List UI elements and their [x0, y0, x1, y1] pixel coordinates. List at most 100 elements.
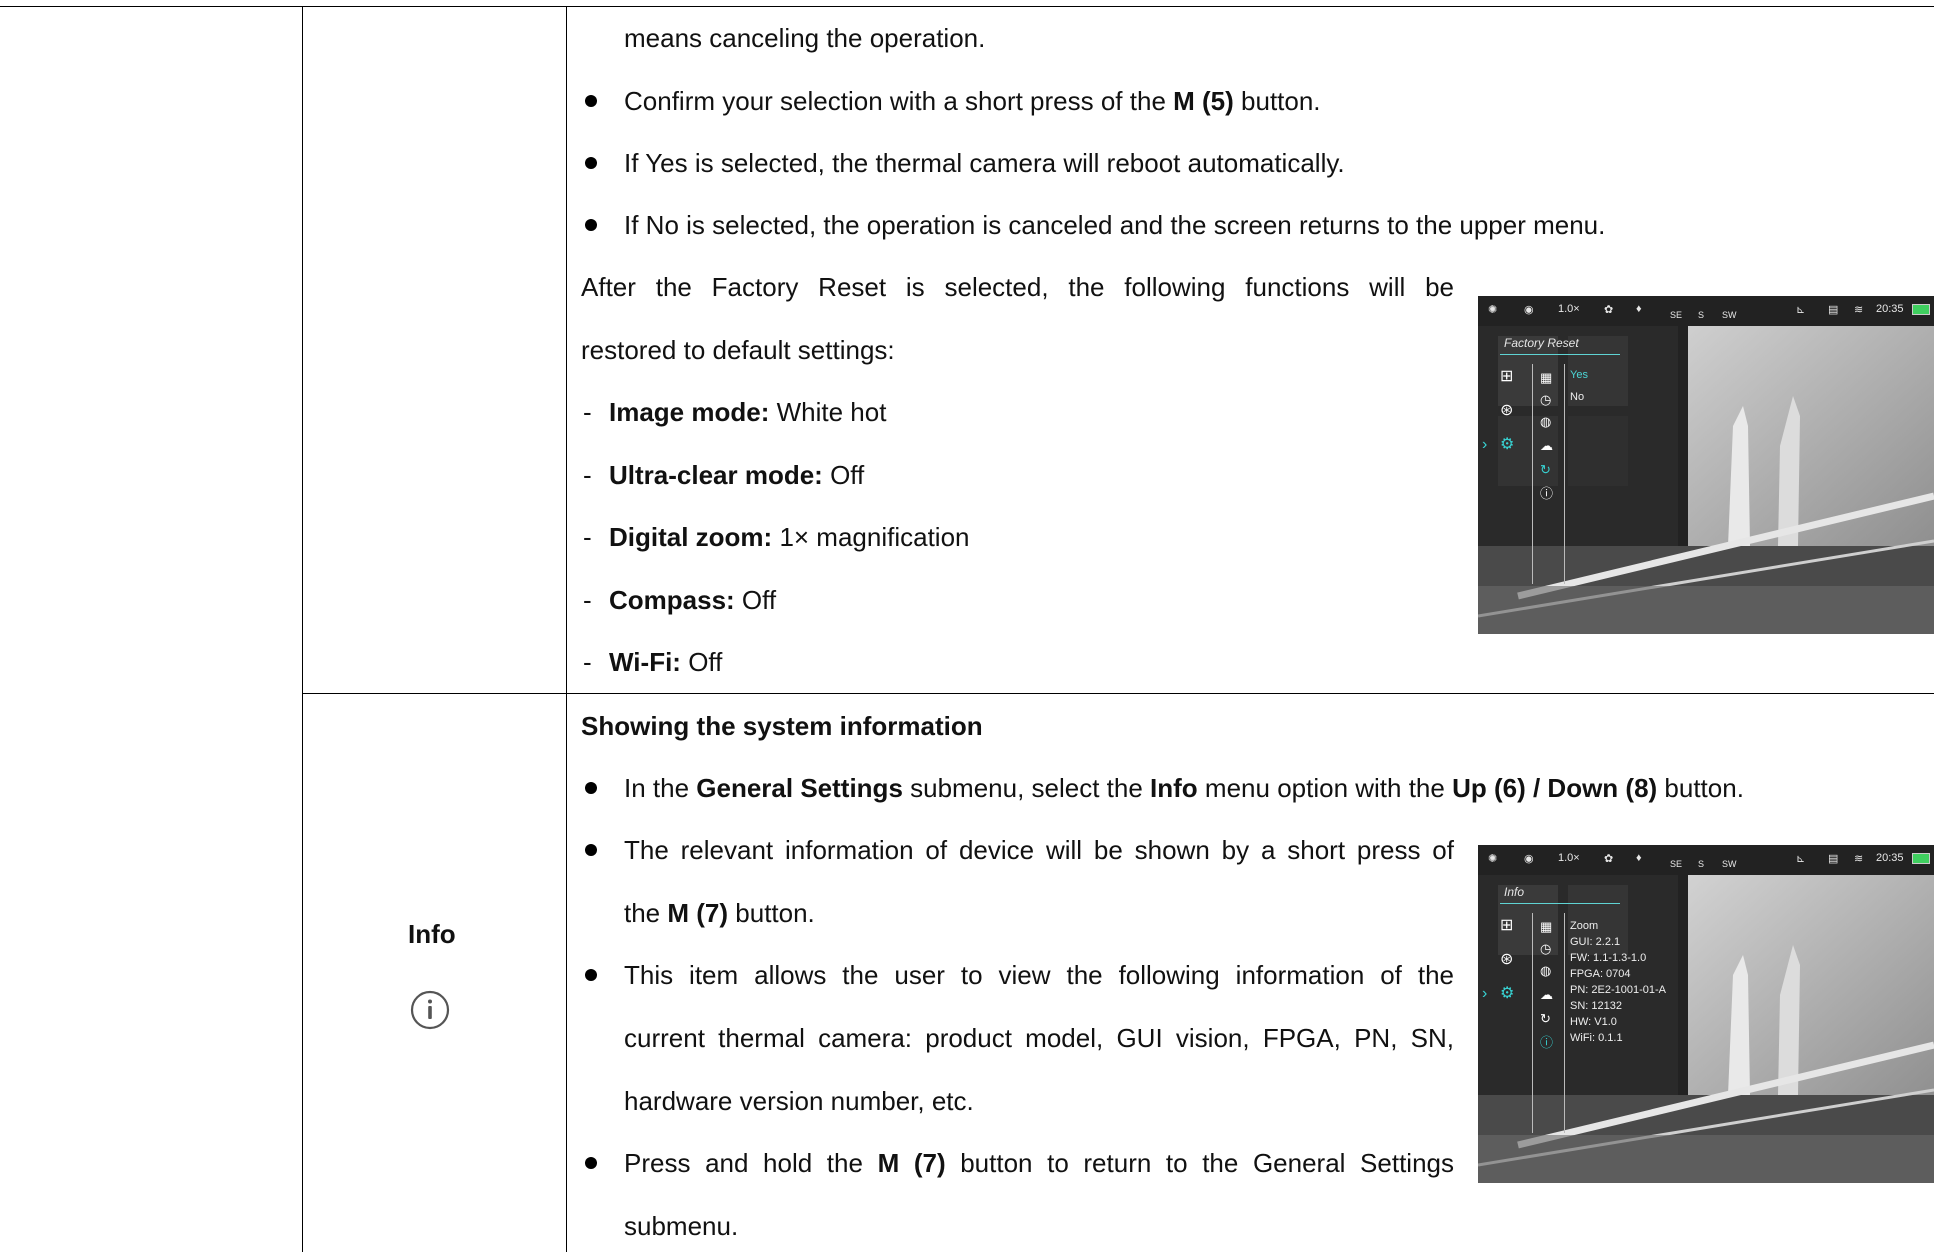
menu-title: Info — [1504, 885, 1525, 899]
compass-icon: ⊛ — [1500, 951, 1514, 968]
bullet-dot — [585, 782, 597, 794]
info-bullet-return-line2: submenu. — [624, 1211, 739, 1241]
globe-icon: ◍ — [1540, 414, 1552, 429]
col-divider-1 — [302, 6, 303, 1252]
info-bullet-shown-line1: The relevant information of device will … — [624, 835, 1454, 865]
default-wifi: Wi-Fi: Off — [609, 647, 723, 677]
eye-icon: ◉ — [1524, 853, 1534, 865]
wifi-icon: ≋ — [1854, 304, 1864, 316]
reset-bullet-no: If No is selected, the operation is canc… — [624, 210, 1606, 240]
sun-icon: ✺ — [1488, 853, 1498, 865]
menu-rail — [1532, 913, 1533, 1133]
record-icon: ▤ — [1828, 853, 1839, 865]
info-line: PN: 2E2-1001-01-A — [1570, 984, 1666, 996]
bullet-dot — [585, 219, 597, 231]
bullet-dot — [585, 157, 597, 169]
info-small-icon: ⓘ — [1540, 1035, 1554, 1050]
info-bullet-shown-line2: the M (7) button. — [624, 898, 815, 928]
factory-reset-screenshot: ✺ ◉ 1.0× ✿ ♦ SE S SW ⊾ ▤ ≋ 20:35 Factory… — [1478, 296, 1934, 634]
dash-marker: - — [583, 647, 592, 677]
settings-gear-icon: ⚙ — [1500, 436, 1515, 453]
info-line: GUI: 2.2.1 — [1570, 936, 1621, 948]
dash-marker: - — [583, 397, 592, 427]
chevron-right-icon: › — [1482, 436, 1488, 453]
reset-after-line1: After the Factory Reset is selected, the… — [581, 272, 1454, 302]
cloud-upload-icon: ☁ — [1540, 987, 1553, 1002]
info-circle-icon — [410, 990, 450, 1030]
info-screenshot: ✺ ◉ 1.0× ✿ ♦ SE S SW ⊾ ▤ ≋ 20:35 Info ⊞ … — [1478, 845, 1934, 1183]
info-bullet-view-line1: This item allows the user to view the fo… — [624, 960, 1454, 990]
default-image-mode: Image mode: White hot — [609, 397, 887, 427]
info-heading: Showing the system information — [581, 711, 983, 741]
default-compass: Compass: Off — [609, 585, 777, 615]
dash-marker: - — [583, 460, 592, 490]
restore-icon: ↻ — [1540, 462, 1551, 477]
compass-s: S — [1698, 310, 1705, 320]
zoom-level: 1.0× — [1558, 852, 1580, 864]
record-icon: ▤ — [1828, 304, 1839, 316]
info-line: WiFi: 0.1.1 — [1570, 1032, 1623, 1044]
reset-bullet-yes: If Yes is selected, the thermal camera w… — [624, 148, 1345, 178]
bullet-dot — [585, 844, 597, 856]
dash-marker: - — [583, 522, 592, 552]
info-bullet-select: In the General Settings submenu, select … — [624, 773, 1744, 803]
settings-gear-icon: ⚙ — [1500, 985, 1515, 1002]
chevron-right-icon: › — [1482, 985, 1488, 1002]
info-bullet-view-line3: hardware version number, etc. — [624, 1086, 974, 1116]
clock-time: 20:35 — [1876, 852, 1904, 864]
info-row-label: Info — [408, 919, 456, 949]
info-line: Zoom — [1570, 920, 1599, 932]
gear-icon: ✿ — [1604, 304, 1614, 316]
restore-icon: ↻ — [1540, 1011, 1551, 1026]
info-bullet-view-line2: current thermal camera: product model, G… — [624, 1023, 1454, 1053]
battery-icon — [1912, 853, 1930, 864]
eye-icon: ◉ — [1524, 304, 1534, 316]
option-yes: Yes — [1570, 369, 1588, 381]
bullet-dot — [585, 95, 597, 107]
bullet-dot — [585, 1157, 597, 1169]
clock-time: 20:35 — [1876, 303, 1904, 315]
menu-rail — [1564, 913, 1565, 1133]
menu-title: Factory Reset — [1504, 336, 1579, 350]
compass-icon: ⊛ — [1500, 402, 1514, 419]
mic-icon: ♦ — [1636, 303, 1642, 315]
clock-icon: ◷ — [1540, 941, 1552, 956]
reset-bullet-confirm: Confirm your selection with a short pres… — [624, 86, 1321, 116]
info-bullet-return-line1: Press and hold the M (7) button to retur… — [624, 1148, 1454, 1178]
compass-se: SE — [1670, 859, 1683, 869]
gear-icon: ✿ — [1604, 853, 1614, 865]
compass-s: S — [1698, 859, 1705, 869]
info-small-icon: ⓘ — [1540, 486, 1554, 501]
bullet-dot — [585, 969, 597, 981]
compass-sw: SW — [1722, 310, 1737, 320]
menu-rail — [1564, 364, 1565, 584]
info-line: FPGA: 0704 — [1570, 968, 1631, 980]
calendar-icon: ▦ — [1540, 370, 1553, 385]
compass-se: SE — [1670, 310, 1683, 320]
camera-status-bar: ✺ ◉ 1.0× ✿ ♦ SE S SW ⊾ ▤ ≋ 20:35 — [1478, 296, 1934, 322]
camera-status-bar: ✺ ◉ 1.0× ✿ ♦ SE S SW ⊾ ▤ ≋ 20:35 — [1478, 845, 1934, 871]
row-divider — [302, 693, 1934, 694]
clock-icon: ◷ — [1540, 392, 1552, 407]
compass-sw: SW — [1722, 859, 1737, 869]
zoom-level: 1.0× — [1558, 303, 1580, 315]
table-top-border — [0, 6, 1934, 7]
cloud-upload-icon: ☁ — [1540, 438, 1553, 453]
title-underline — [1500, 354, 1620, 355]
sun-icon: ✺ — [1488, 304, 1498, 316]
reset-intro-tail: means canceling the operation. — [624, 23, 986, 53]
option-no: No — [1570, 391, 1585, 403]
title-underline — [1500, 903, 1620, 904]
info-line: FW: 1.1-1.3-1.0 — [1570, 952, 1647, 964]
mic-icon: ♦ — [1636, 852, 1642, 864]
default-ultra-clear: Ultra-clear mode: Off — [609, 460, 865, 490]
globe-icon: ◍ — [1540, 963, 1552, 978]
rangefinder-icon: ⊾ — [1796, 853, 1806, 865]
reset-after-line2: restored to default settings: — [581, 335, 895, 365]
menu-rail — [1532, 364, 1533, 584]
battery-icon — [1912, 304, 1930, 315]
col-divider-2 — [566, 6, 567, 1252]
calendar-icon: ▦ — [1540, 919, 1553, 934]
plus-box-icon: ⊞ — [1500, 368, 1514, 385]
wifi-icon: ≋ — [1854, 853, 1864, 865]
